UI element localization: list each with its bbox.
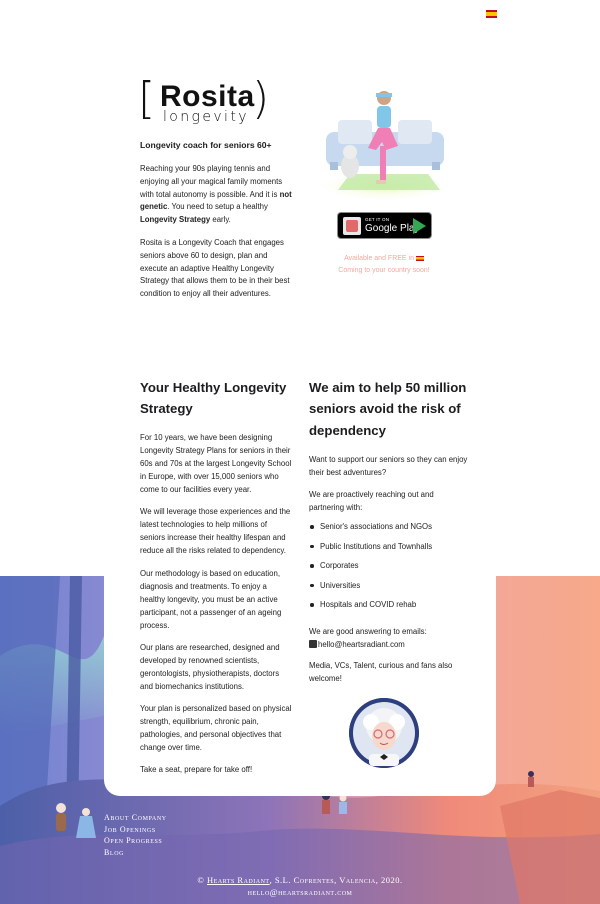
hero-description-paragraph: Rosita is a Longevity Coach that engages… [140, 238, 290, 299]
logo-left-bracket: [ [138, 73, 156, 124]
footer-link-jobs[interactable]: Job Openings [104, 824, 167, 836]
hero-intro-paragraph: Reaching your 90s playing tennis and enj… [140, 164, 292, 225]
email-section: We are good answering to emails: hello@h… [309, 626, 469, 652]
rosita-app-icon [343, 217, 361, 235]
footer-nav: About Company Job Openings Open Progress… [104, 812, 167, 858]
list-item: Public Institutions and Townhalls [309, 541, 469, 561]
list-item: Universities [309, 580, 469, 600]
yoga-grandma-illustration [323, 91, 447, 200]
play-get-it-on: GET IT ON [365, 217, 390, 222]
strategy-paragraph-6: Take a seat, prepare for take off! [140, 765, 253, 774]
footer-link-blog[interactable]: Blog [104, 847, 167, 859]
welcome-paragraph: Media, VCs, Talent, curious and fans als… [309, 661, 453, 683]
strategy-paragraph-3: Our methodology is based on education, d… [140, 569, 282, 630]
logo-right-bracket: ) [252, 73, 270, 124]
email-link[interactable]: hello@heartsradiant.com [318, 640, 405, 649]
play-store-name: Google Play [365, 223, 420, 234]
aim-paragraph-1: Want to support our seniors so they can … [309, 455, 468, 477]
footer-link-about[interactable]: About Company [104, 812, 167, 824]
aim-heading: We aim to help 50 million seniors avoid … [309, 380, 467, 438]
rosita-logo: [ Rosita longevity ) [138, 74, 269, 128]
mail-icon [309, 639, 317, 648]
strategy-paragraph-4: Our plans are researched, designed and d… [140, 643, 280, 691]
list-item: Corporates [309, 560, 469, 580]
strategy-heading: Your Healthy Longevity Strategy [140, 380, 287, 417]
strategy-paragraph-5: Your plan is personalized based on physi… [140, 704, 292, 752]
coming-soon-text: Coming to your country soon! [338, 267, 430, 274]
longevity-strategy-emphasis: Longevity Strategy [140, 215, 211, 225]
spain-flag-icon [415, 255, 424, 261]
list-item: Hospitals and COVID rehab [309, 599, 469, 619]
hero-tagline: Longevity coach for seniors 60+ [140, 140, 272, 150]
availability-note: Available and FREE in Coming to your cou… [320, 253, 448, 277]
email-intro: We are good answering to emails: [309, 627, 427, 636]
list-item: Senior's associations and NGOs [309, 521, 469, 541]
strategy-paragraph-1: For 10 years, we have been designing Lon… [140, 433, 292, 494]
footer-link-progress[interactable]: Open Progress [104, 835, 167, 847]
copyright: © Hearts Radiant, S.L. Cofrentes, Valenc… [0, 874, 600, 898]
google-play-button[interactable]: GET IT ON Google Play [337, 212, 432, 239]
company-link[interactable]: Hearts Radiant [207, 875, 270, 885]
strategy-paragraph-2: We will leverage those experiences and t… [140, 507, 291, 555]
footer-email[interactable]: hello@heartsradiant.com [0, 886, 600, 898]
aim-paragraph-2: We are proactively reaching out and part… [309, 490, 434, 512]
logo-subtitle: longevity [163, 109, 249, 125]
partners-list: Senior's associations and NGOs Public In… [309, 521, 469, 619]
rosita-avatar [349, 698, 419, 768]
spain-flag-icon[interactable] [486, 10, 497, 18]
google-play-icon [413, 218, 426, 234]
available-text: Available and FREE in [344, 255, 414, 262]
